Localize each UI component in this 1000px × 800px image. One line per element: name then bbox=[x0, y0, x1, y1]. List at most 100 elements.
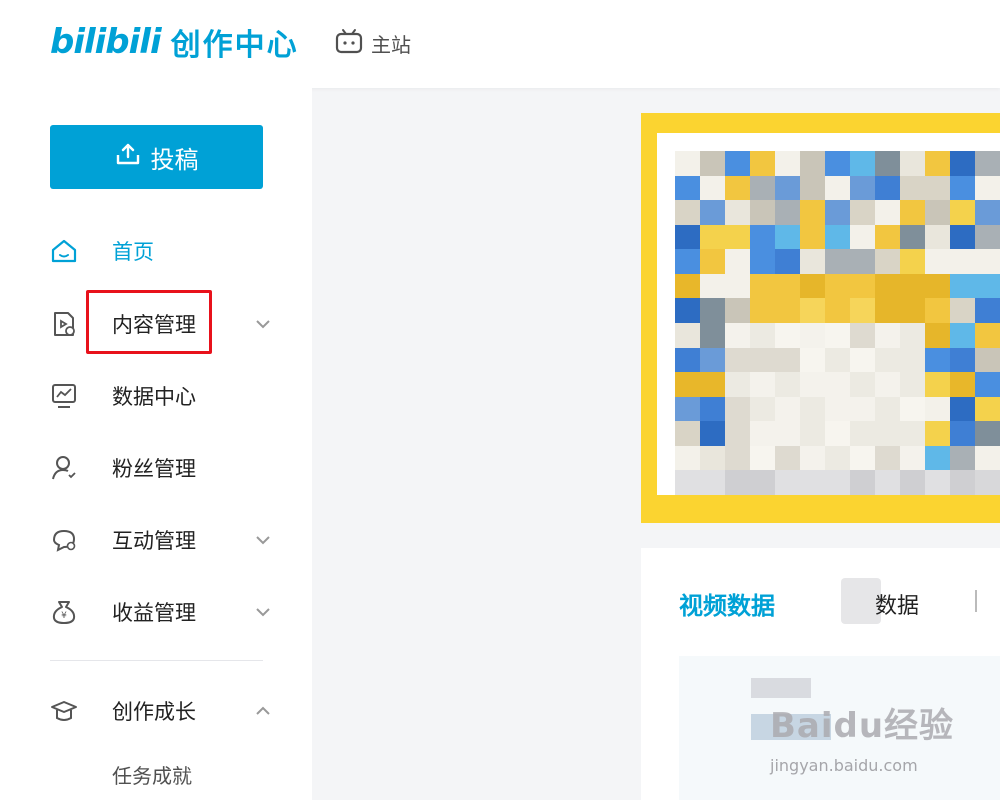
mosaic-tile bbox=[750, 273, 775, 299]
graduation-cap-icon bbox=[50, 697, 78, 725]
mosaic-tile bbox=[850, 273, 875, 299]
mosaic-tile bbox=[800, 396, 825, 422]
mosaic-tile bbox=[800, 322, 825, 348]
mosaic-tile bbox=[850, 347, 875, 373]
nav-label-interaction: 互动管理 bbox=[112, 529, 196, 553]
chat-icon bbox=[50, 526, 78, 554]
mosaic-tile bbox=[875, 151, 900, 176]
sidebar-divider bbox=[50, 660, 263, 661]
mosaic-tile bbox=[725, 470, 750, 495]
mosaic-tile bbox=[950, 175, 975, 201]
svg-text:¥: ¥ bbox=[61, 611, 67, 621]
mosaic-tile bbox=[725, 298, 750, 323]
mosaic-tile bbox=[900, 151, 925, 176]
logo[interactable]: bilibili 创作中心 bbox=[50, 20, 299, 64]
upload-icon bbox=[115, 142, 141, 172]
mosaic-tile bbox=[700, 372, 725, 397]
mosaic-tile bbox=[850, 249, 875, 274]
mosaic-tile bbox=[850, 396, 875, 422]
mosaic-tile bbox=[850, 421, 875, 446]
mosaic-tile bbox=[800, 200, 825, 225]
mosaic-tile bbox=[925, 372, 950, 397]
mosaic-tile bbox=[825, 322, 850, 348]
mosaic-tile bbox=[875, 200, 900, 225]
mosaic-tile bbox=[775, 372, 800, 397]
mosaic-tile bbox=[775, 151, 800, 176]
sidebar: 投稿 首页 内容管理 数据中心 粉丝管理 互动管理 ¥ 收益管理 创作成长 bbox=[0, 88, 312, 800]
tv-icon bbox=[335, 28, 363, 59]
data-card: 视频数据 数据 bbox=[641, 548, 1000, 800]
upload-button[interactable]: 投稿 bbox=[50, 125, 263, 189]
nav-label-growth: 创作成长 bbox=[112, 700, 196, 724]
mosaic-tile bbox=[900, 347, 925, 373]
mosaic-tile bbox=[725, 445, 750, 471]
mosaic-tile bbox=[800, 249, 825, 274]
mosaic-tile bbox=[900, 421, 925, 446]
nav-item-home[interactable]: 首页 bbox=[50, 229, 280, 273]
nav-label-revenue: 收益管理 bbox=[112, 601, 196, 625]
top-header: bilibili 创作中心 主站 bbox=[0, 0, 1000, 88]
mosaic-tile bbox=[925, 151, 950, 176]
tab-video-data[interactable]: 视频数据 bbox=[679, 586, 775, 621]
chevron-up-icon bbox=[254, 702, 272, 720]
mosaic-tile bbox=[700, 151, 725, 176]
mosaic-tile bbox=[700, 175, 725, 201]
mosaic-tile bbox=[825, 249, 850, 274]
mosaic-tile bbox=[775, 421, 800, 446]
mosaic-tile bbox=[975, 421, 1000, 446]
mosaic-tile bbox=[975, 175, 1000, 201]
mosaic-tile bbox=[850, 470, 875, 495]
highlight-annotation bbox=[86, 290, 212, 354]
mosaic-tile bbox=[800, 224, 825, 250]
mosaic-tile bbox=[825, 396, 850, 422]
blurred-text bbox=[751, 678, 811, 698]
mosaic-tile bbox=[975, 372, 1000, 397]
mosaic-tile bbox=[825, 445, 850, 471]
mosaic-tile bbox=[925, 421, 950, 446]
mosaic-tile bbox=[775, 175, 800, 201]
mosaic-tile bbox=[750, 200, 775, 225]
mosaic-tile bbox=[775, 273, 800, 299]
logo-brand: bilibili bbox=[50, 22, 162, 62]
banner-image[interactable] bbox=[641, 113, 1000, 523]
mosaic-tile bbox=[950, 347, 975, 373]
mosaic-tile bbox=[775, 200, 800, 225]
mosaic-tile bbox=[925, 298, 950, 323]
mosaic-tile bbox=[775, 322, 800, 348]
money-bag-icon: ¥ bbox=[50, 598, 78, 626]
nav-item-fans[interactable]: 粉丝管理 bbox=[50, 446, 280, 490]
main-site-link[interactable]: 主站 bbox=[335, 28, 411, 58]
nav-item-data-center[interactable]: 数据中心 bbox=[50, 374, 280, 418]
mosaic-tile bbox=[725, 151, 750, 176]
mosaic-tile bbox=[850, 200, 875, 225]
mosaic-tile bbox=[750, 224, 775, 250]
mosaic-tile bbox=[675, 175, 700, 201]
mosaic-tile bbox=[825, 273, 850, 299]
mosaic-tile bbox=[700, 200, 725, 225]
nav-item-revenue[interactable]: ¥ 收益管理 bbox=[50, 590, 280, 634]
mosaic-tile bbox=[850, 445, 875, 471]
mosaic-tile bbox=[950, 396, 975, 422]
mosaic-tile bbox=[675, 151, 700, 176]
mosaic-tile bbox=[825, 200, 850, 225]
mosaic-tile bbox=[925, 445, 950, 471]
mosaic-tile bbox=[675, 322, 700, 348]
mosaic-tile bbox=[925, 396, 950, 422]
mosaic-tile bbox=[700, 249, 725, 274]
mosaic-tile bbox=[725, 175, 750, 201]
mosaic-tile bbox=[925, 347, 950, 373]
mosaic-tile bbox=[925, 175, 950, 201]
tab-other-data[interactable]: 数据 bbox=[875, 588, 919, 620]
mosaic-tile bbox=[825, 224, 850, 250]
nav-subitem-achievements[interactable]: 任务成就 bbox=[112, 760, 192, 789]
nav-item-interaction[interactable]: 互动管理 bbox=[50, 518, 280, 562]
mosaic-tile bbox=[750, 396, 775, 422]
mosaic-tile bbox=[850, 372, 875, 397]
mosaic-tile bbox=[825, 421, 850, 446]
mosaic-tile bbox=[875, 445, 900, 471]
nav-item-growth[interactable]: 创作成长 bbox=[50, 689, 280, 733]
mosaic-tile bbox=[825, 470, 850, 495]
mosaic-tile bbox=[925, 322, 950, 348]
pixelated-cover bbox=[675, 151, 1000, 495]
mosaic-tile bbox=[950, 421, 975, 446]
